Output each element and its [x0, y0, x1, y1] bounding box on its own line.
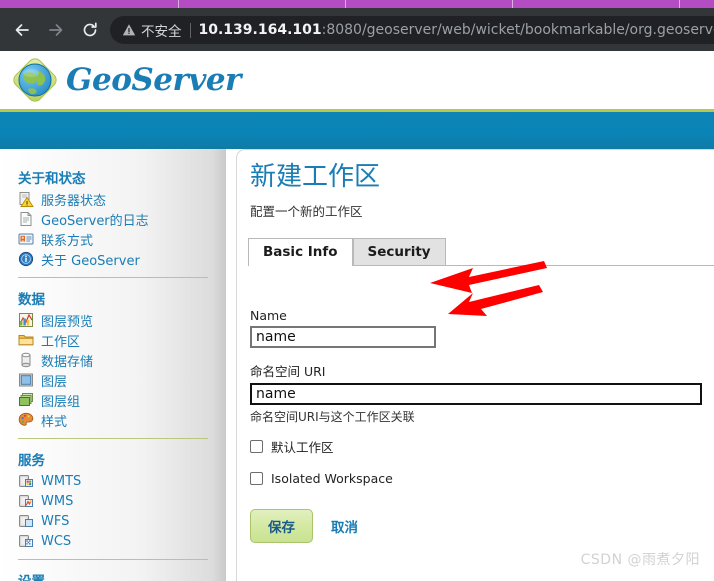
isolated-workspace-row[interactable]: Isolated Workspace — [250, 467, 702, 489]
uri-help-text: 命名空间URI与这个工作区关联 — [250, 410, 415, 424]
sidebar-item-layergroups[interactable]: 图层组 — [18, 390, 226, 410]
geoserver-page: GeoServer 关于和状态 服务器状态 GeoServer的日志 联系方式 … — [0, 51, 714, 581]
sidebar-item-workspaces[interactable]: 工作区 — [18, 330, 226, 350]
form-actions: 保存 取消 — [250, 509, 702, 543]
sidebar-item-wfs[interactable]: WFS — [18, 511, 226, 531]
isolated-workspace-label: Isolated Workspace — [271, 470, 393, 486]
folder-icon — [18, 332, 34, 348]
default-workspace-checkbox[interactable] — [250, 439, 263, 453]
sidebar-item-label: 服务器状态 — [41, 193, 107, 209]
database-icon — [18, 352, 34, 368]
layer-preview-icon — [18, 312, 34, 328]
sidebar-item-layer-preview[interactable]: 图层预览 — [18, 310, 226, 330]
back-button[interactable] — [10, 18, 34, 42]
sidebar-item-server-status[interactable]: 服务器状态 — [18, 189, 226, 209]
browser-toolbar: 不安全 10.139.164.101:8080/geoserver/web/wi… — [0, 8, 714, 51]
namespace-uri-input[interactable] — [250, 383, 702, 405]
palette-icon — [18, 412, 34, 428]
header-blue-band — [0, 109, 714, 149]
sidebar-item-styles[interactable]: 样式 — [18, 410, 226, 430]
default-workspace-label: 默认工作区 — [271, 439, 334, 455]
service-icon — [18, 513, 34, 529]
cancel-link[interactable]: 取消 — [331, 516, 358, 536]
brand-logo[interactable]: GeoServer — [13, 58, 241, 102]
name-input[interactable] — [250, 326, 436, 348]
forward-button[interactable] — [44, 18, 68, 42]
sidebar-item-label: 数据存储 — [41, 354, 94, 370]
browser-tabstrip[interactable] — [0, 0, 714, 8]
brand-name: GeoServer — [66, 62, 241, 98]
sidebar-item-label: 关于 GeoServer — [41, 253, 140, 269]
sidebar-item-wmts[interactable]: WMTS — [18, 471, 226, 491]
arrow-left-icon — [15, 24, 29, 36]
sidebar-item-wcs[interactable]: WCS — [18, 531, 226, 551]
layer-icon — [18, 372, 34, 388]
uri-field-label: 命名空间 URI — [250, 364, 326, 379]
sidebar-item-label: WCS — [41, 533, 72, 549]
warning-triangle-icon — [122, 23, 136, 37]
sidebar-divider — [18, 277, 208, 278]
sidebar-item-label: 联系方式 — [41, 233, 94, 249]
sidebar-item-label: 图层预览 — [41, 314, 94, 330]
sidebar-section-title: 关于和状态 — [18, 171, 86, 187]
url-host: 10.139.164.101 — [198, 22, 322, 38]
default-workspace-row[interactable]: 默认工作区 — [250, 435, 702, 457]
layer-group-icon — [18, 392, 34, 408]
sidebar-item-label: 样式 — [41, 414, 68, 430]
name-field-label: Name — [250, 308, 287, 323]
sidebar-item-label: WFS — [41, 513, 70, 529]
reload-button[interactable] — [78, 18, 102, 42]
sidebar-item-label: WMS — [41, 493, 74, 509]
globe-icon — [13, 58, 57, 102]
document-icon — [18, 211, 34, 227]
url-text: 10.139.164.101:8080/geoserver/web/wicket… — [199, 22, 714, 38]
sidebar: 关于和状态 服务器状态 GeoServer的日志 联系方式 关于 GeoServ… — [0, 149, 226, 581]
isolated-workspace-checkbox[interactable] — [250, 471, 263, 485]
sidebar-item-label: 图层组 — [41, 394, 81, 410]
security-status-label: 不安全 — [141, 24, 182, 40]
page-subtitle: 配置一个新的工作区 — [250, 203, 363, 219]
watermark-text: CSDN @雨煮夕阳 — [580, 552, 700, 568]
save-button[interactable]: 保存 — [250, 509, 313, 543]
arrow-right-icon — [49, 24, 63, 36]
page-header: GeoServer — [0, 51, 714, 109]
page-title: 新建工作区 — [250, 162, 381, 192]
sidebar-item-about-geoserver[interactable]: 关于 GeoServer — [18, 249, 226, 269]
sidebar-section-title: 设置 — [18, 570, 226, 581]
screenshot-root: 不安全 10.139.164.101:8080/geoserver/web/wi… — [0, 0, 714, 581]
sidebar-item-geoserver-logs[interactable]: GeoServer的日志 — [18, 209, 226, 229]
sidebar-section-title: 服务 — [18, 453, 45, 469]
omnibox-divider — [189, 22, 191, 38]
service-icon — [18, 533, 34, 549]
sidebar-item-wms[interactable]: WMS — [18, 491, 226, 511]
service-icon — [18, 473, 34, 489]
sidebar-divider — [18, 559, 208, 560]
url-path: :8080/geoserver/web/wicket/bookmarkable/… — [321, 22, 714, 38]
service-icon — [18, 493, 34, 509]
info-circle-icon — [18, 251, 34, 267]
sidebar-item-label: 图层 — [41, 374, 68, 390]
sidebar-item-contact[interactable]: 联系方式 — [18, 229, 226, 249]
sidebar-item-datastores[interactable]: 数据存储 — [18, 350, 226, 370]
workspace-form: Name 命名空间 URI 命名空间URI与这个工作区关联 默认工作区 Isol… — [250, 308, 702, 543]
reload-icon — [83, 22, 97, 37]
tab-basic-info[interactable]: Basic Info — [248, 237, 353, 267]
sidebar-item-label: GeoServer的日志 — [41, 213, 149, 229]
sidebar-item-label: 工作区 — [41, 334, 81, 350]
content-panel: 新建工作区 配置一个新的工作区 Basic Info Security Name… — [236, 149, 714, 581]
sidebar-item-layers[interactable]: 图层 — [18, 370, 226, 390]
sidebar-item-label: WMTS — [41, 473, 82, 489]
sidebar-section-title: 数据 — [18, 292, 45, 308]
sidebar-divider — [18, 438, 208, 439]
address-bar[interactable]: 不安全 10.139.164.101:8080/geoserver/web/wi… — [110, 16, 714, 44]
server-status-icon — [18, 191, 34, 207]
tab-security[interactable]: Security — [352, 237, 446, 266]
contact-card-icon — [18, 231, 34, 247]
tab-bar: Basic Info Security — [248, 237, 714, 267]
